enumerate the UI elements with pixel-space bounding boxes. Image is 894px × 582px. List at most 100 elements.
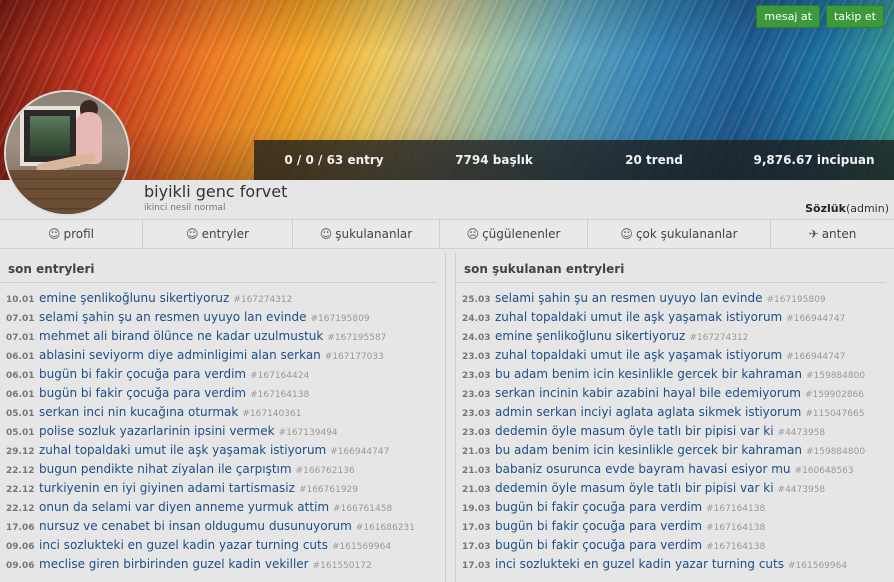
entry-title-link[interactable]: inci sozlukteki en guzel kadin yazar tur… [39,538,328,552]
list-item: 06.01 ablasini seviyorm diye adminligimi … [0,348,445,367]
entry-title-link[interactable]: meclise giren birbirinden guzel kadin ve… [39,557,309,571]
tab-cugulenenler[interactable]: ☹ çügülenenler [440,220,588,248]
list-item: 10.01 emine şenlikoğlunu sikertiyoruz #167… [0,291,445,310]
entry-id[interactable]: #167140361 [242,409,301,419]
entry-title-link[interactable]: selami şahin şu an resmen uyuyo lan evin… [39,310,306,324]
tab-anten[interactable]: ✈ anten [771,220,894,248]
entry-date: 23.03 [462,352,491,362]
recent-entries-column: son entryleri 10.01 emine şenlikoğlunu si… [0,252,446,582]
entry-date: 07.01 [6,314,35,324]
entry-title-link[interactable]: bugün bi fakir çocuğa para verdim [495,519,702,533]
entry-title-link[interactable]: bu adam benim icin kesinlikle gercek bir… [495,443,802,457]
entry-id[interactable]: #167164138 [706,542,765,552]
entry-id[interactable]: #166944747 [330,447,389,457]
tab-entryler[interactable]: ☺ entryler [143,220,293,248]
entry-title-link[interactable]: dedemin öyle masum öyle tatlı bir pipisi… [495,424,774,438]
entry-id[interactable]: #166944747 [786,314,845,324]
entry-id[interactable]: #115047665 [805,409,864,419]
list-item: 21.03 bu adam benim icin kesinlikle gerce… [456,443,894,462]
entry-title-link[interactable]: emine şenlikoğlunu sikertiyoruz [495,329,685,343]
smile-icon: ☺ [620,227,633,241]
entry-id[interactable]: #167164138 [706,523,765,533]
recent-liked-heading: son şukulanan entryleri [456,252,886,283]
entry-id[interactable]: #161686231 [356,523,415,533]
entry-title-link[interactable]: selami şahin şu an resmen uyuyo lan evin… [495,291,762,305]
entry-title-link[interactable]: serkan inci nin kucağına oturmak [39,405,238,419]
list-item: 09.06 meclise giren birbirinden guzel kad… [0,557,445,576]
tab-label: profil [63,227,95,241]
entry-date: 06.01 [6,371,35,381]
list-item: 21.03 babaniz osurunca evde bayram havasi… [456,462,894,481]
entry-id[interactable]: #4473958 [778,428,826,438]
entry-id[interactable]: #159884800 [806,447,865,457]
entry-count[interactable]: 0 / 0 / 63 entry [254,153,414,167]
follow-button[interactable]: takip et [825,5,884,28]
list-item: 29.12 zuhal topaldaki umut ile aşk yaşama… [0,443,445,462]
entry-id[interactable]: #159884800 [806,371,865,381]
list-item: 07.01 selami şahin şu an resmen uyuyo lan… [0,310,445,329]
entry-date: 17.03 [462,542,491,552]
entry-title-link[interactable]: onun da selami var diyen anneme yurmuk a… [39,500,329,514]
entry-title-link[interactable]: nursuz ve cenabet bi insan oldugumu dusu… [39,519,352,533]
entry-id[interactable]: #167195809 [766,295,825,305]
tab-sukulananlar[interactable]: ☺ şukulananlar [293,220,440,248]
entry-id[interactable]: #161550172 [313,561,372,571]
list-item: 07.01 mehmet ali birand ölünce ne kadar u… [0,329,445,348]
entry-id[interactable]: #159902866 [805,390,864,400]
topic-count[interactable]: 7794 başlık [414,153,574,167]
entry-id[interactable]: #167177033 [325,352,384,362]
entry-title-link[interactable]: bugün bi fakir çocuğa para verdim [495,500,702,514]
entry-date: 06.01 [6,390,35,400]
entry-title-link[interactable]: mehmet ali birand ölünce ne kadar uzulmu… [39,329,323,343]
trend-count[interactable]: 20 trend [574,153,734,167]
entry-title-link[interactable]: serkan incinin kabir azabini hayal bile … [495,386,801,400]
entry-title-link[interactable]: turkiyenin en iyi giyinen adami tartisma… [39,481,295,495]
entry-date: 09.06 [6,542,35,552]
entry-id[interactable]: #167195809 [310,314,369,324]
entry-title-link[interactable]: bugün bi fakir çocuğa para verdim [495,538,702,552]
entry-title-link[interactable]: admin serkan inciyi aglata aglata sikmek… [495,405,801,419]
entry-id[interactable]: #167164138 [706,504,765,514]
avatar[interactable] [4,90,130,216]
frown-icon: ☹ [466,227,480,241]
entry-date: 07.01 [6,333,35,343]
entry-title-link[interactable]: bugün bi fakir çocuğa para verdim [39,367,246,381]
entry-title-link[interactable]: bugun pendikte nihat ziyalan ile çarpışt… [39,462,292,476]
entry-title-link[interactable]: polise sozluk yazarlarinin ipsini vermek [39,424,275,438]
entry-title-link[interactable]: bugün bi fakir çocuğa para verdim [39,386,246,400]
entry-id[interactable]: #166944747 [786,352,845,362]
entry-date: 17.03 [462,523,491,533]
entry-id[interactable]: #167274312 [689,333,748,343]
smile-icon: ☺ [47,227,61,241]
entry-id[interactable]: #161569964 [788,561,847,571]
entry-id[interactable]: #167164424 [250,371,309,381]
entry-title-link[interactable]: zuhal topaldaki umut ile aşk yaşamak ist… [39,443,326,457]
entry-id[interactable]: #166762136 [296,466,355,476]
entry-title-link[interactable]: zuhal topaldaki umut ile aşk yaşamak ist… [495,310,782,324]
entry-id[interactable]: #167139494 [279,428,338,438]
entry-date: 17.03 [462,561,491,571]
entry-id[interactable]: #166761458 [333,504,392,514]
entry-id[interactable]: #161569964 [332,542,391,552]
entry-id[interactable]: #4473958 [778,485,826,495]
tab-profil[interactable]: ☺ profil [0,220,143,248]
entry-id[interactable]: #166761929 [299,485,358,495]
entry-id[interactable]: #160648563 [795,466,854,476]
entry-title-link[interactable]: emine şenlikoğlunu sikertiyoruz [39,291,229,305]
entry-id[interactable]: #167164138 [250,390,309,400]
entry-title-link[interactable]: inci sozlukteki en guzel kadin yazar tur… [495,557,784,571]
entry-id[interactable]: #167274312 [233,295,292,305]
send-message-button[interactable]: mesaj at [756,5,820,28]
entry-date: 05.01 [6,428,35,438]
entry-title-link[interactable]: ablasini seviyorm diye adminligimi alan … [39,348,321,362]
entry-date: 22.12 [6,485,35,495]
entry-date: 17.06 [6,523,35,533]
entry-title-link[interactable]: dedemin öyle masum öyle tatlı bir pipisi… [495,481,774,495]
tab-cok-sukulananlar[interactable]: ☺ çok şukulananlar [588,220,771,248]
entry-title-link[interactable]: zuhal topaldaki umut ile aşk yaşamak ist… [495,348,782,362]
entry-id[interactable]: #167195587 [327,333,386,343]
entry-title-link[interactable]: bu adam benim icin kesinlikle gercek bir… [495,367,802,381]
list-item: 22.12 turkiyenin en iyi giyinen adami tar… [0,481,445,500]
entry-title-link[interactable]: babaniz osurunca evde bayram havasi esiy… [495,462,791,476]
tab-label: şukulananlar [335,227,413,241]
